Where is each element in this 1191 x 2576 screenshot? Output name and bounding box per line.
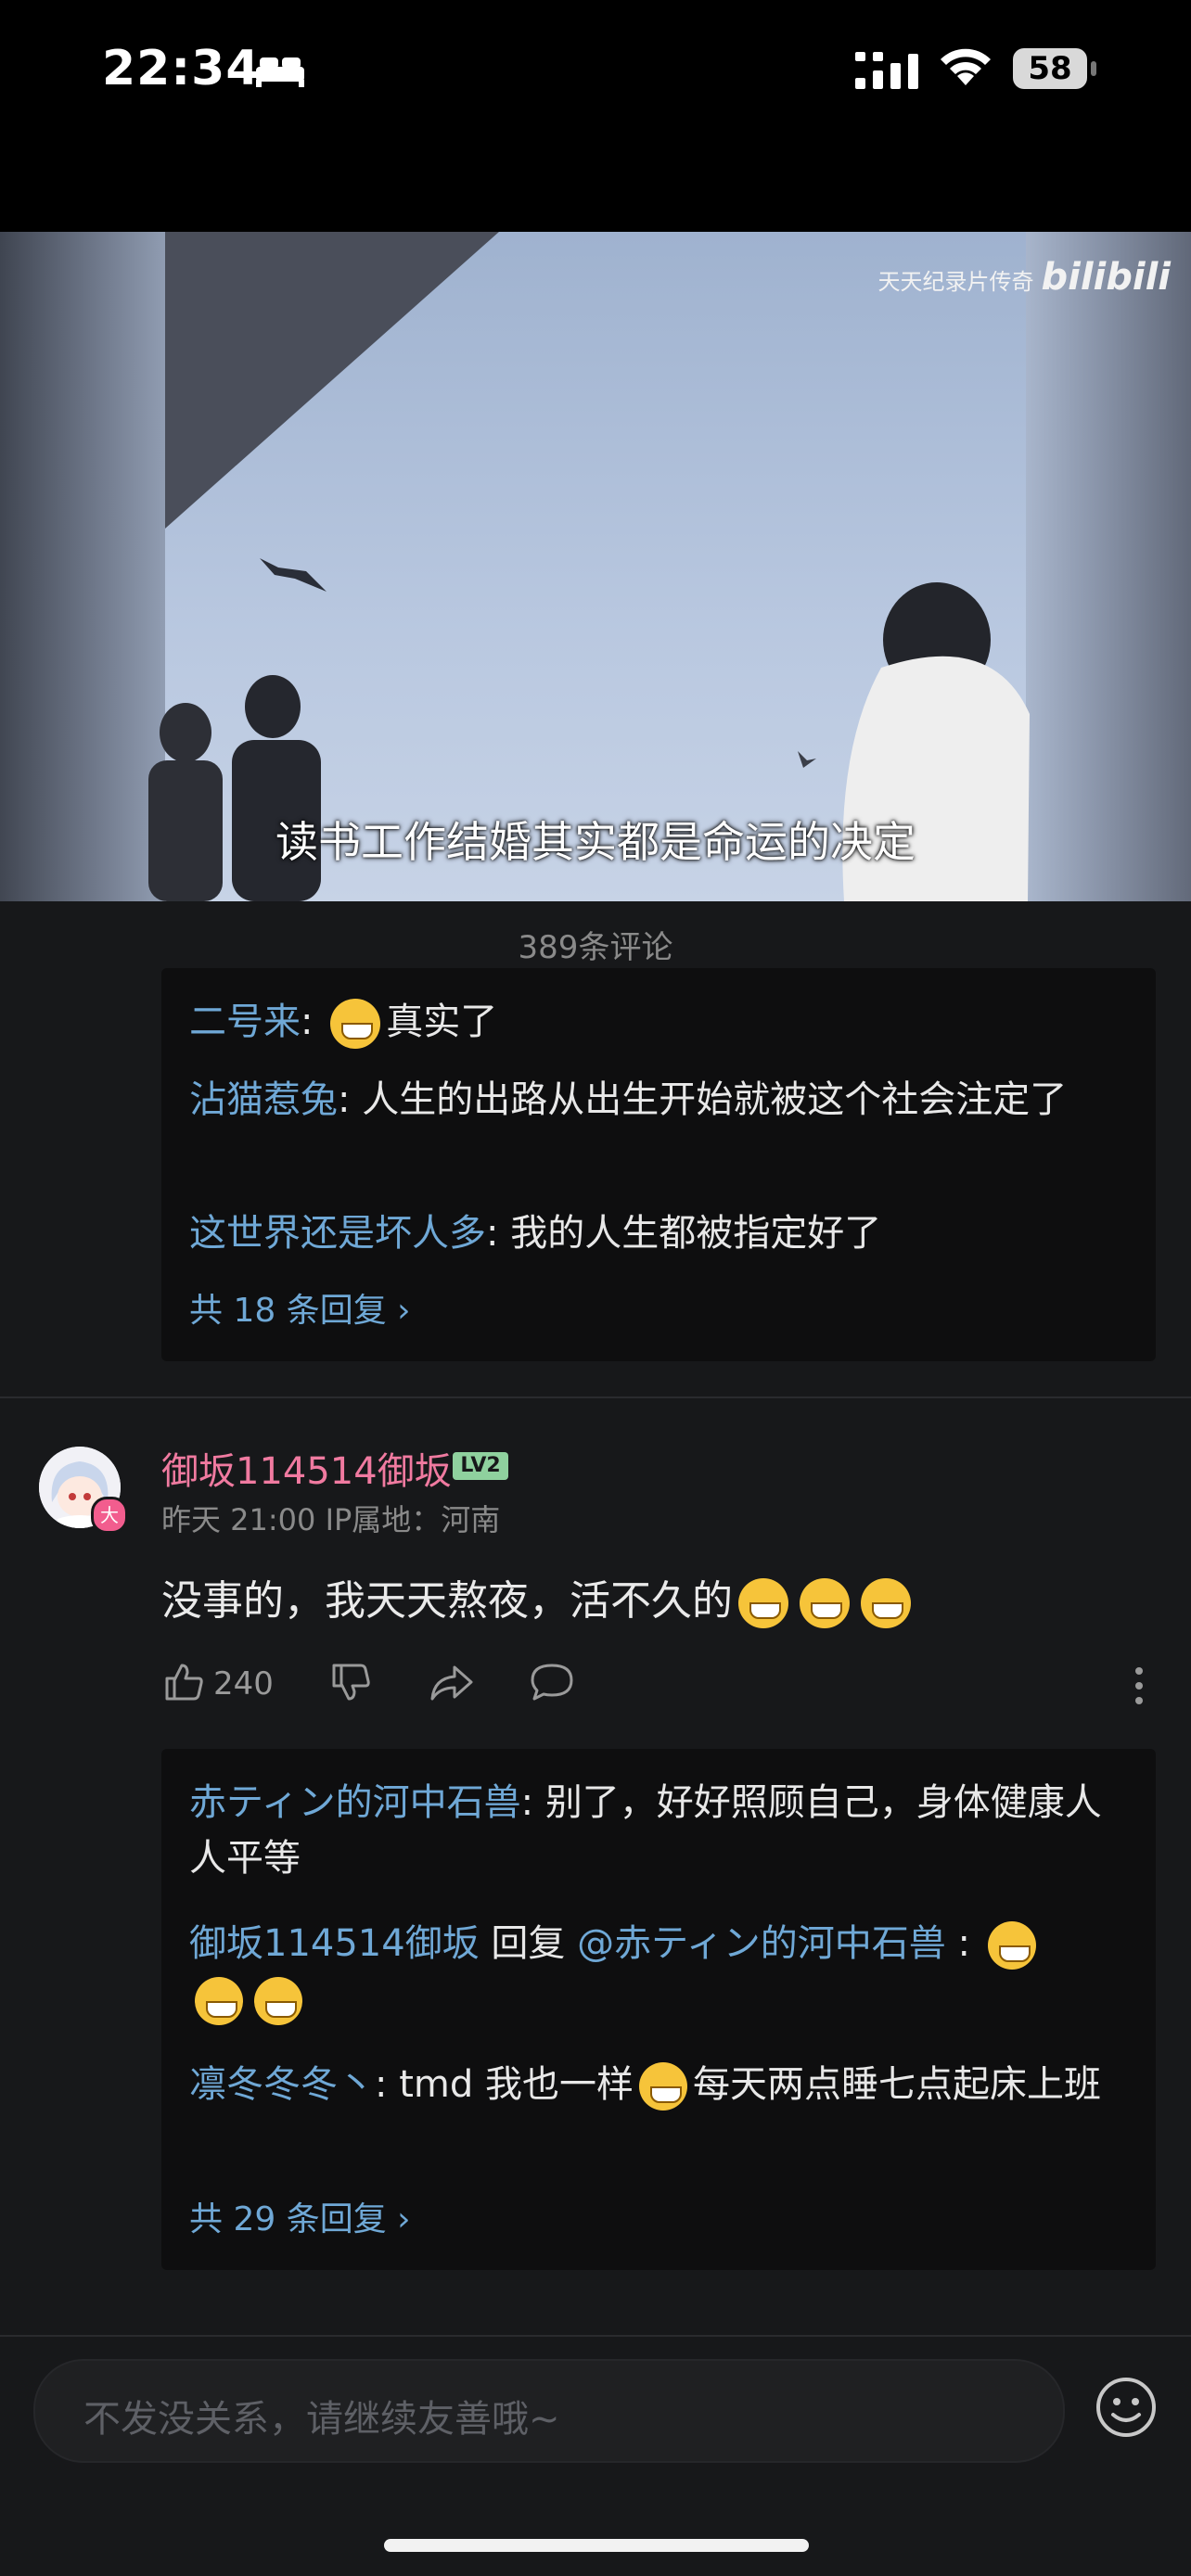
video-watermark: 天天纪录片传奇 bilibili — [877, 256, 1171, 299]
reply-username[interactable]: 赤ティン的河中石兽 — [189, 1781, 521, 1824]
reply-text: tmd 我也一样 — [399, 2063, 634, 2106]
reply-item[interactable]: 沾猫惹兔: 人生的出路从出生开始就被这个社会注定了 — [189, 1072, 1128, 1128]
reply-separator: : — [945, 1922, 982, 1965]
reply-item[interactable]: 凛冬冬冬丶: tmd 我也一样 每天两点睡七点起床上班 — [189, 2057, 1128, 2112]
comment-divider — [0, 1396, 1191, 1398]
bilibili-logo: bilibili — [1041, 256, 1171, 299]
reply-preview-box[interactable]: 赤ティン的河中石兽: 别了，好好照顾自己，身体健康人人平等 御坂114514御坂… — [161, 1749, 1156, 2270]
level-badge: LV2 — [453, 1452, 508, 1480]
grin-icon — [861, 1578, 911, 1628]
section-divider — [0, 2335, 1191, 2337]
emoji-picker-icon[interactable] — [1093, 2374, 1159, 2441]
reply-username[interactable]: 沾猫惹兔 — [189, 1078, 338, 1121]
reply-separator: : — [375, 2063, 400, 2106]
reply-item[interactable]: 这世界还是坏人多: 我的人生都被指定好了 — [189, 1205, 1128, 1261]
comment-input-placeholder: 不发没关系，请继续友善哦~ — [83, 2398, 560, 2441]
reply-item[interactable]: 二号来: 真实了 — [189, 994, 1128, 1050]
more-options-icon[interactable] — [1132, 1665, 1146, 1706]
bed-icon — [256, 57, 304, 87]
reply-separator: : — [520, 1781, 545, 1824]
hug-icon — [987, 1921, 1036, 1970]
status-bar: 22:34 58 — [0, 0, 1191, 232]
comment-meta: 昨天 21:00 IP属地：河南 — [161, 1502, 501, 1537]
comment-reply-icon[interactable] — [529, 1660, 575, 1704]
view-more-replies-link[interactable]: 共 29 条回复 › — [189, 2192, 411, 2240]
video-player[interactable]: 天天纪录片传奇 bilibili 读书工作结婚其实都是命运的决定 — [0, 232, 1191, 901]
comment-body: 没事的，我天天熬夜，活不久的 — [161, 1577, 733, 1625]
reply-item[interactable]: 赤ティン的河中石兽: 别了，好好照顾自己，身体健康人人平等 — [189, 1775, 1128, 1886]
reply-text: 真实了 — [386, 1001, 498, 1043]
dislike-icon[interactable] — [328, 1660, 373, 1704]
reply-separator: : — [301, 1001, 326, 1043]
reply-separator: : — [486, 1212, 511, 1255]
reply-item[interactable]: 御坂114514御坂 回复 @赤ティン的河中石兽 : — [189, 1916, 1128, 2027]
reply-username[interactable]: 御坂114514御坂 — [189, 1922, 480, 1965]
laugh-cry-icon — [638, 2062, 687, 2111]
share-icon[interactable] — [429, 1660, 475, 1704]
laugh-cry-icon — [330, 999, 381, 1049]
like-count: 240 — [213, 1665, 274, 1702]
comment-username[interactable]: 御坂114514御坂 — [161, 1441, 452, 1495]
reply-keyword: 回复 — [479, 1922, 578, 1965]
battery-tip — [1091, 61, 1096, 76]
hug-icon — [195, 1977, 243, 2025]
comment-input[interactable]: 不发没关系，请继续友善哦~ — [33, 2359, 1065, 2463]
reply-username[interactable]: 二号来 — [189, 1001, 301, 1043]
grin-icon — [738, 1578, 788, 1628]
reply-text: 人生的出路从出生开始就被这个社会注定了 — [362, 1078, 1068, 1121]
reply-username[interactable]: 这世界还是坏人多 — [189, 1212, 486, 1255]
reply-preview-box[interactable]: 二号来: 真实了 沾猫惹兔: 人生的出路从出生开始就被这个社会注定了 这世界还是… — [161, 968, 1156, 1361]
video-subtitle: 读书工作结婚其实都是命运的决定 — [275, 817, 916, 867]
home-indicator[interactable] — [384, 2539, 809, 2552]
cellular-signal-icon — [855, 52, 918, 89]
video-scene — [148, 558, 1030, 901]
reply-text: 我的人生都被指定好了 — [510, 1212, 882, 1255]
reply-text: 每天两点睡七点起床上班 — [692, 2063, 1101, 2106]
reply-mention[interactable]: @赤ティン的河中石兽 — [577, 1922, 946, 1965]
view-more-replies-link[interactable]: 共 18 条回复 › — [189, 1283, 411, 1332]
grin-icon — [800, 1578, 850, 1628]
like-icon[interactable] — [161, 1660, 206, 1704]
reply-username[interactable]: 凛冬冬冬丶 — [189, 2063, 375, 2106]
watermark-text: 天天纪录片传奇 — [877, 269, 1034, 295]
wifi-icon — [941, 48, 991, 85]
battery-indicator: 58 — [1013, 48, 1087, 89]
vip-badge: 大 — [91, 1497, 128, 1534]
battery-level: 58 — [1028, 50, 1072, 87]
status-time: 22:34 — [102, 41, 261, 96]
comment-text: 没事的，我天天熬夜，活不久的 — [161, 1567, 916, 1628]
reply-separator: : — [338, 1078, 363, 1121]
comment-count: 389条评论 — [518, 929, 673, 966]
hug-icon — [254, 1977, 302, 2025]
